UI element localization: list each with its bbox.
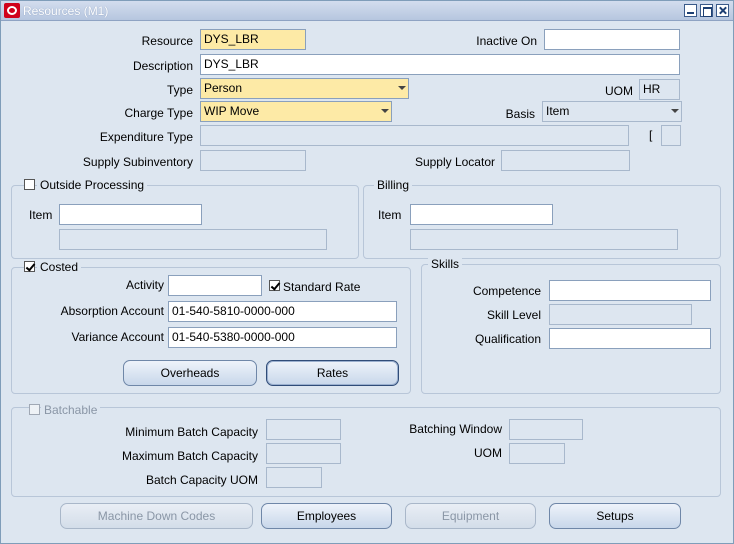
close-icon[interactable] (716, 4, 729, 17)
basis-value: Item (546, 104, 570, 118)
supply-subinventory-field[interactable] (200, 150, 306, 171)
standard-rate-checkbox[interactable] (269, 280, 280, 291)
activity-label: Activity (125, 278, 164, 292)
activity-field[interactable] (168, 275, 262, 296)
expenditure-type-label: Expenditure Type (99, 130, 193, 144)
min-batch-capacity-label: Minimum Batch Capacity (125, 425, 258, 439)
minimize-icon[interactable] (684, 4, 697, 17)
resource-field[interactable]: DYS_LBR (200, 29, 306, 50)
billing-item-description[interactable] (410, 229, 678, 250)
skill-level-label: Skill Level (486, 308, 541, 322)
description-field[interactable]: DYS_LBR (200, 54, 680, 75)
window-title: Resources (M1) (23, 4, 109, 18)
batchable-checkbox[interactable] (29, 404, 40, 415)
uom-label: UOM (605, 84, 633, 98)
expenditure-type-field[interactable] (200, 125, 629, 146)
outside-item-description[interactable] (59, 229, 327, 250)
type-label: Type (166, 83, 193, 97)
description-label: Description (132, 59, 193, 73)
billing-title: Billing (374, 178, 413, 192)
batch-uom-field[interactable] (509, 443, 565, 464)
resource-label: Resource (141, 34, 193, 48)
charge-type-dropdown-icon[interactable] (381, 109, 389, 113)
setups-button[interactable]: Setups (549, 503, 681, 529)
charge-type-value: WIP Move (204, 104, 260, 118)
overheads-button[interactable]: Overheads (123, 360, 257, 386)
supply-subinventory-label: Supply Subinventory (82, 155, 193, 169)
basis-select[interactable]: Item (542, 101, 682, 122)
window-controls (684, 4, 729, 17)
flex-field[interactable] (661, 125, 681, 146)
type-dropdown-icon[interactable] (398, 86, 406, 90)
competence-label: Competence (472, 284, 541, 298)
rates-button[interactable]: Rates (266, 360, 399, 386)
batch-uom-label: UOM (474, 446, 502, 460)
employees-button[interactable]: Employees (261, 503, 392, 529)
max-batch-capacity-label: Maximum Batch Capacity (121, 449, 258, 463)
equipment-button[interactable]: Equipment (405, 503, 536, 529)
billing-item-label: Item (378, 208, 402, 222)
standard-rate-label: Standard Rate (283, 280, 361, 294)
resources-window: Resources (M1) Resource DYS_LBR Inactive… (0, 0, 734, 544)
outside-processing-checkbox[interactable] (24, 179, 35, 190)
inactive-on-label: Inactive On (476, 34, 537, 48)
batching-window-field[interactable] (509, 419, 583, 440)
qualification-label: Qualification (474, 332, 541, 346)
type-select[interactable]: Person (200, 78, 409, 99)
batchable-title: Batchable (41, 403, 101, 417)
type-value: Person (204, 81, 243, 95)
supply-locator-field[interactable] (501, 150, 630, 171)
batch-capacity-uom-label: Batch Capacity UOM (145, 473, 258, 487)
basis-dropdown-icon[interactable] (671, 109, 679, 113)
batch-capacity-uom-field[interactable] (266, 467, 322, 488)
skill-level-field[interactable] (549, 304, 692, 325)
variance-account-label: Variance Account (71, 330, 164, 344)
batching-window-label: Batching Window (409, 422, 502, 436)
inactive-on-field[interactable] (544, 29, 680, 50)
skills-title: Skills (428, 257, 463, 271)
costed-checkbox[interactable] (24, 261, 35, 272)
supply-locator-label: Supply Locator (414, 155, 495, 169)
basis-label: Basis (505, 107, 535, 121)
min-batch-capacity-field[interactable] (266, 419, 341, 440)
costed-title: Costed (37, 260, 82, 274)
absorption-account-label: Absorption Account (60, 304, 164, 318)
outside-item-field[interactable] (59, 204, 202, 225)
outside-processing-title: Outside Processing (37, 178, 148, 192)
competence-field[interactable] (549, 280, 711, 301)
outside-item-label: Item (29, 208, 53, 222)
qualification-field[interactable] (549, 328, 711, 349)
machine-down-codes-button[interactable]: Machine Down Codes (60, 503, 253, 529)
uom-field[interactable]: HR (639, 79, 680, 100)
charge-type-select[interactable]: WIP Move (200, 101, 392, 122)
maximize-icon[interactable] (700, 4, 713, 17)
max-batch-capacity-field[interactable] (266, 443, 341, 464)
absorption-account-field[interactable]: 01-540-5810-0000-000 (168, 301, 397, 322)
charge-type-label: Charge Type (124, 106, 194, 120)
flex-bracket: [ (649, 128, 653, 142)
variance-account-field[interactable]: 01-540-5380-0000-000 (168, 327, 397, 348)
billing-item-field[interactable] (410, 204, 553, 225)
oracle-logo-icon (4, 3, 20, 18)
title-bar: Resources (M1) (1, 1, 733, 21)
